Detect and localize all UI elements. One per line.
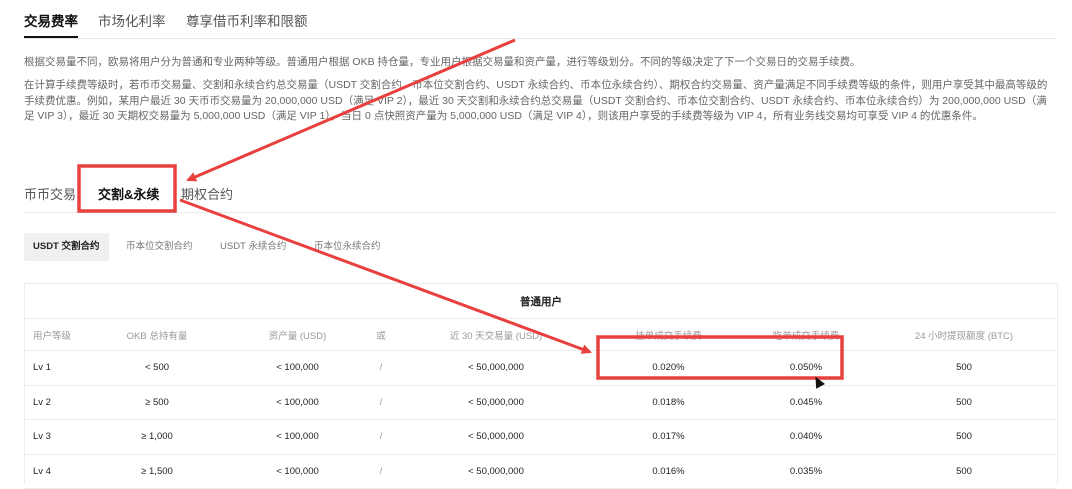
fee-table: 普通用户 用户等级 OKB 总持有量 资产量 (USD) 或 近 30 天交易量…	[25, 284, 1057, 489]
fee-description-example: 在计算手续费等级时，若币币交易量、交割和永续合约总交易量（USDT 交割合约、币…	[24, 79, 1048, 122]
maker-fee-cell: 0.017%	[596, 419, 741, 455]
col-header-volume: 近 30 天交易量 (USD)	[396, 318, 596, 351]
assets-cell: < 100,000	[229, 385, 366, 420]
withdrawal-cell: 500	[871, 454, 1057, 489]
volume-cell: < 50,000,000	[396, 350, 596, 386]
taker-fee-cell: 0.035%	[741, 454, 871, 489]
tab-trading-fees[interactable]: 交易费率	[24, 10, 78, 38]
table-row: Lv 2 ≥ 500 < 100,000 / < 50,000,000 0.01…	[25, 385, 1057, 420]
taker-fee-cell: 0.050%	[741, 350, 871, 386]
tab-spot[interactable]: 币币交易	[24, 184, 76, 203]
table-header-row: 用户等级 OKB 总持有量 资产量 (USD) 或 近 30 天交易量 (USD…	[25, 318, 1057, 351]
col-header-okb: OKB 总持有量	[85, 318, 229, 351]
level-cell: Lv 2	[25, 385, 85, 420]
col-header-withdrawal: 24 小时提现额度 (BTC)	[871, 318, 1057, 351]
or-cell: /	[366, 385, 396, 420]
tab-usdt-swap[interactable]: USDT 永续合约	[220, 233, 286, 261]
col-header-maker-fee: 挂单成交手续费	[596, 318, 741, 351]
level-cell: Lv 3	[25, 419, 85, 455]
level-cell: Lv 4	[25, 454, 85, 489]
product-tabs: 币币交易 交割&永续 期权合约	[24, 176, 1056, 213]
taker-fee-cell: 0.040%	[741, 419, 871, 455]
table-row: Lv 3 ≥ 1,000 < 100,000 / < 50,000,000 0.…	[25, 419, 1057, 455]
okb-cell: < 500	[85, 350, 229, 386]
fee-table-container: 普通用户 用户等级 OKB 总持有量 资产量 (USD) 或 近 30 天交易量…	[24, 283, 1058, 489]
fee-category-tabs: 交易费率 市场化利率 尊享借币利率和限额	[24, 0, 1056, 39]
taker-fee-cell: 0.045%	[741, 385, 871, 420]
volume-cell: < 50,000,000	[396, 419, 596, 455]
volume-cell: < 50,000,000	[396, 454, 596, 489]
level-cell: Lv 1	[25, 350, 85, 386]
assets-cell: < 100,000	[229, 419, 366, 455]
tab-market-rates[interactable]: 市场化利率	[98, 10, 166, 30]
or-cell: /	[366, 419, 396, 455]
tab-coin-swap[interactable]: 币本位永续合约	[314, 233, 381, 261]
withdrawal-cell: 500	[871, 385, 1057, 420]
table-row: Lv 1 < 500 < 100,000 / < 50,000,000 0.02…	[25, 350, 1057, 386]
assets-cell: < 100,000	[229, 350, 366, 386]
or-cell: /	[366, 454, 396, 489]
col-header-or: 或	[366, 318, 396, 351]
okb-cell: ≥ 1,500	[85, 454, 229, 489]
tab-futures-swap[interactable]: 交割&永续	[98, 184, 159, 203]
col-header-assets: 资产量 (USD)	[229, 318, 366, 351]
assets-cell: < 100,000	[229, 454, 366, 489]
or-cell: /	[366, 350, 396, 386]
table-group-title: 普通用户	[25, 284, 1057, 319]
okb-cell: ≥ 500	[85, 385, 229, 420]
tab-usdt-futures[interactable]: USDT 交割合约	[24, 233, 109, 261]
volume-cell: < 50,000,000	[396, 385, 596, 420]
withdrawal-cell: 500	[871, 419, 1057, 455]
fee-description-intro: 根据交易量不同，欧易将用户分为普通和专业两种等级。普通用户根据 OKB 持仓量，…	[24, 56, 861, 68]
okb-cell: ≥ 1,000	[85, 419, 229, 455]
maker-fee-cell: 0.020%	[596, 350, 741, 386]
col-header-taker-fee: 吃单成交手续费	[741, 318, 871, 351]
col-header-level: 用户等级	[25, 318, 85, 351]
withdrawal-cell: 500	[871, 350, 1057, 386]
maker-fee-cell: 0.016%	[596, 454, 741, 489]
tab-coin-futures[interactable]: 币本位交割合约	[126, 233, 193, 261]
maker-fee-cell: 0.018%	[596, 385, 741, 420]
tab-options[interactable]: 期权合约	[181, 184, 233, 203]
tab-vip-loan-rates[interactable]: 尊享借币利率和限额	[186, 10, 308, 30]
table-row: Lv 4 ≥ 1,500 < 100,000 / < 50,000,000 0.…	[25, 454, 1057, 489]
